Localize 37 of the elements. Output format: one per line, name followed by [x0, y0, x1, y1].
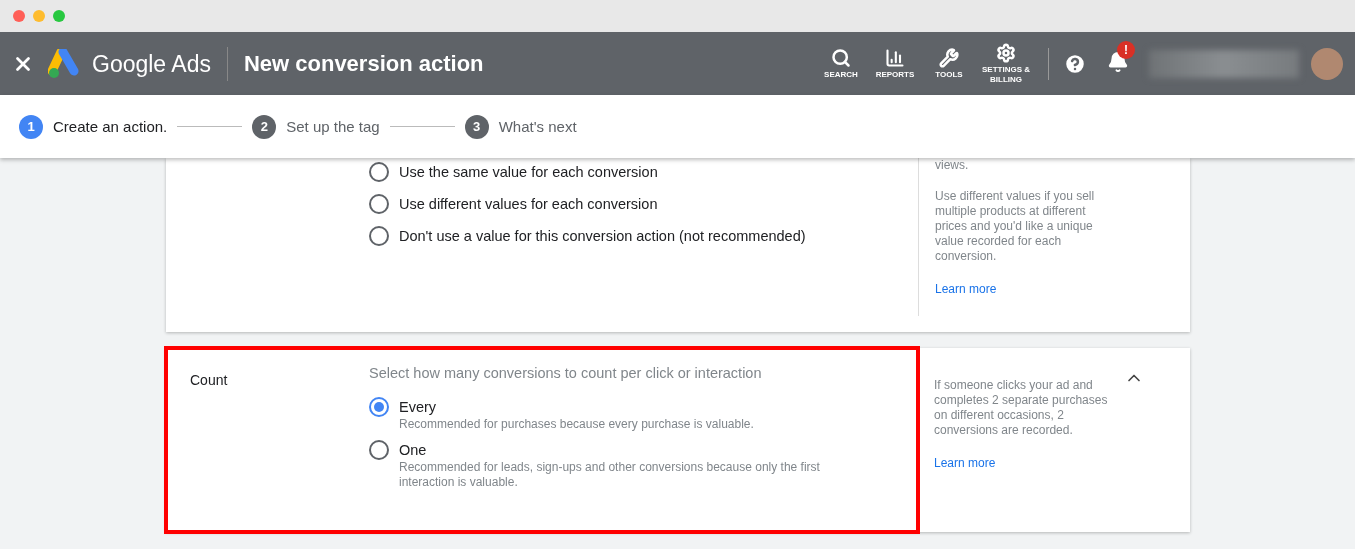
wrench-icon — [939, 47, 959, 68]
option-label: Use different values for each conversion — [399, 196, 658, 212]
step-number: 3 — [464, 114, 489, 139]
radio-button[interactable] — [369, 194, 389, 214]
radio-button[interactable] — [369, 226, 389, 246]
section-prompt: Select how many conversions to count per click or interaction — [369, 365, 763, 381]
step-label[interactable]: What's next — [498, 118, 577, 135]
bell-icon[interactable] — [1107, 50, 1129, 73]
brand-name: Google Ads — [92, 46, 228, 81]
notification-badge: ! — [1117, 40, 1135, 59]
step-label[interactable]: Create an action. — [53, 118, 168, 135]
option-description: Recommended for purchases because every purchase is valuable. — [399, 417, 754, 432]
section-label: Count — [189, 371, 229, 390]
nav-button[interactable]: REPORTS — [870, 47, 920, 80]
step-number: 1 — [19, 114, 43, 139]
option-label: One — [399, 442, 427, 458]
bar-chart-icon — [885, 47, 905, 68]
page-title: New conversion action — [243, 50, 484, 77]
nav-button[interactable]: TOOLS — [924, 47, 974, 80]
settings-icon — [996, 42, 1016, 63]
search-icon — [831, 47, 851, 68]
help-text: If someone clicks your ad and completes 2 separate purchases on different occasions, 2 conversions are recorded. — [934, 378, 1109, 438]
option-label: Use the same value for each conversion — [399, 164, 658, 180]
nav-button[interactable]: SETTINGS & BILLING — [978, 42, 1034, 85]
radio-button[interactable] — [369, 440, 389, 460]
learn-more-link[interactable]: Learn more — [934, 456, 1114, 470]
option-label: Every — [399, 399, 437, 415]
step-number: 2 — [252, 114, 277, 139]
option-description: Recommended for leads, sign-ups and other conversions because only the first interaction is valuable. — [399, 460, 821, 490]
option-label: Don't use a value for this conversion action (not recommended) — [399, 228, 806, 244]
step-label[interactable]: Set up the tag — [286, 118, 380, 135]
radio-button[interactable] — [369, 397, 389, 417]
nav-button[interactable]: SEARCH — [816, 47, 866, 80]
learn-more-link[interactable]: Learn more — [935, 282, 1115, 296]
help-text: views. — [935, 158, 970, 173]
radio-button[interactable] — [369, 162, 389, 182]
help-text: Use different values if you sell multiple products at different prices and you'd like a unique value recorded for each conversion. — [935, 189, 1096, 264]
